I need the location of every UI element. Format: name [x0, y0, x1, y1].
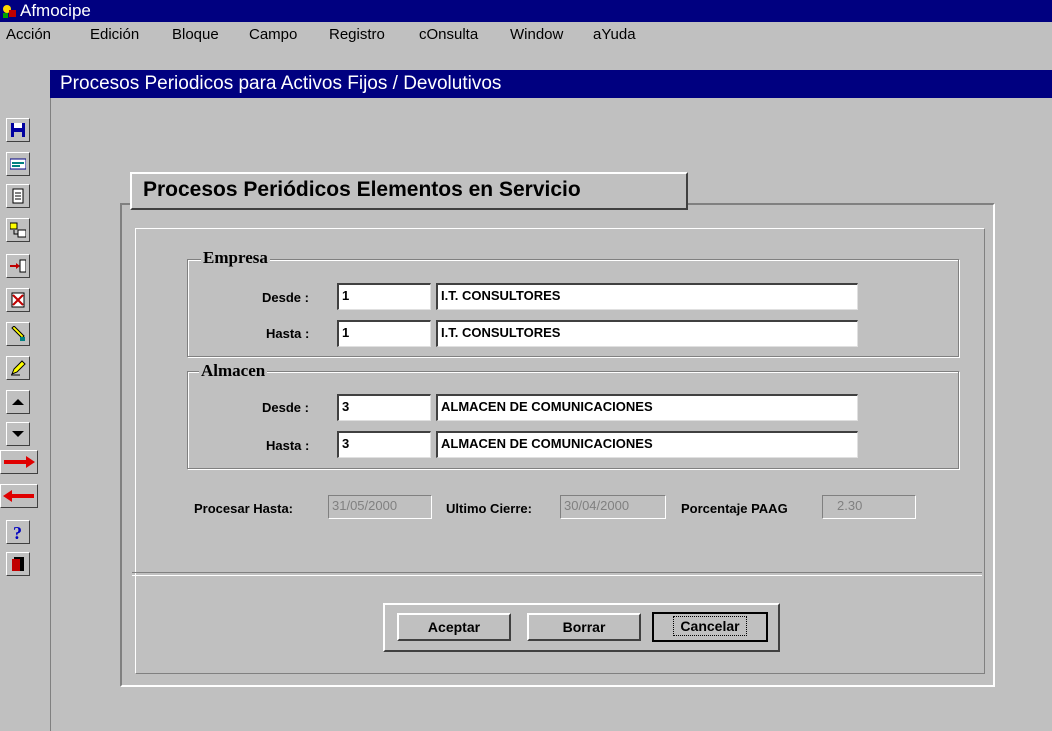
- previous-record-icon[interactable]: [6, 390, 30, 414]
- form-header-title: Procesos Periódicos Elementos en Servici…: [143, 178, 581, 201]
- empresa-hasta-name-field[interactable]: I.T. CONSULTORES: [436, 320, 858, 347]
- empresa-desde-name-field[interactable]: I.T. CONSULTORES: [436, 283, 858, 310]
- menu-registro[interactable]: Registro: [329, 26, 385, 44]
- almacen-hasta-code-field[interactable]: 3: [337, 431, 431, 458]
- ultimo-cierre-label: Ultimo Cierre:: [446, 501, 532, 516]
- borrar-button[interactable]: Borrar: [527, 613, 641, 641]
- menu-bloque[interactable]: Bloque: [172, 26, 219, 44]
- ultimo-cierre-field[interactable]: 30/04/2000: [560, 495, 666, 519]
- empresa-desde-label: Desde :: [262, 290, 309, 305]
- execute-query-icon[interactable]: [6, 184, 30, 208]
- form-window-title: Procesos Periodicos para Activos Fijos /…: [50, 70, 1052, 98]
- menu-consulta[interactable]: cOnsulta: [419, 26, 478, 44]
- cancelar-button[interactable]: Cancelar: [652, 612, 768, 642]
- help-icon[interactable]: ?: [6, 520, 30, 544]
- porcentaje-paag-field[interactable]: 2.30: [822, 495, 916, 519]
- previous-block-icon[interactable]: [0, 484, 38, 508]
- oracle-app-icon: [1, 3, 17, 19]
- form-separator: [132, 572, 982, 576]
- menu-ayuda[interactable]: aYuda: [593, 26, 636, 44]
- exit-icon[interactable]: [6, 552, 30, 576]
- menu-edicion[interactable]: Edición: [90, 26, 139, 44]
- almacen-hasta-label: Hasta :: [266, 438, 310, 453]
- svg-text:?: ?: [13, 524, 22, 542]
- app-title: Afmocipe: [20, 1, 91, 20]
- menu-bar: Acción Edición Bloque Campo Registro cOn…: [0, 22, 1052, 48]
- app-title-bar: Afmocipe: [0, 0, 1052, 22]
- empresa-hasta-label: Hasta :: [266, 326, 310, 341]
- menu-accion[interactable]: Acción: [6, 26, 51, 44]
- enter-query-icon[interactable]: [6, 152, 30, 176]
- empresa-hasta-code-field[interactable]: 1: [337, 320, 431, 347]
- cancelar-button-label: Cancelar: [673, 616, 747, 636]
- almacen-desde-code-field[interactable]: 3: [337, 394, 431, 421]
- empresa-desde-code-field[interactable]: 1: [337, 283, 431, 310]
- delete-record-icon[interactable]: [6, 288, 30, 312]
- almacen-desde-name-field[interactable]: ALMACEN DE COMUNICACIONES: [436, 394, 858, 421]
- insert-record-icon[interactable]: [6, 254, 30, 278]
- next-record-icon[interactable]: [6, 422, 30, 446]
- procesar-hasta-field[interactable]: 31/05/2000: [328, 495, 432, 519]
- next-block-icon[interactable]: [0, 450, 38, 474]
- porcentaje-paag-label: Porcentaje PAAG: [681, 501, 788, 516]
- left-toolbar: ?: [0, 48, 38, 731]
- clear-icon[interactable]: [6, 322, 30, 346]
- empresa-group-label: Empresa: [201, 248, 270, 268]
- procesar-hasta-label: Procesar Hasta:: [194, 501, 293, 516]
- almacen-group-label: Almacen: [199, 361, 268, 381]
- edit-icon[interactable]: [6, 356, 30, 380]
- aceptar-button[interactable]: Aceptar: [397, 613, 511, 641]
- almacen-desde-label: Desde :: [262, 400, 309, 415]
- almacen-hasta-name-field[interactable]: ALMACEN DE COMUNICACIONES: [436, 431, 858, 458]
- menu-window[interactable]: Window: [510, 26, 563, 44]
- list-values-icon[interactable]: [6, 218, 30, 242]
- menu-campo[interactable]: Campo: [249, 26, 297, 44]
- save-icon[interactable]: [6, 118, 30, 142]
